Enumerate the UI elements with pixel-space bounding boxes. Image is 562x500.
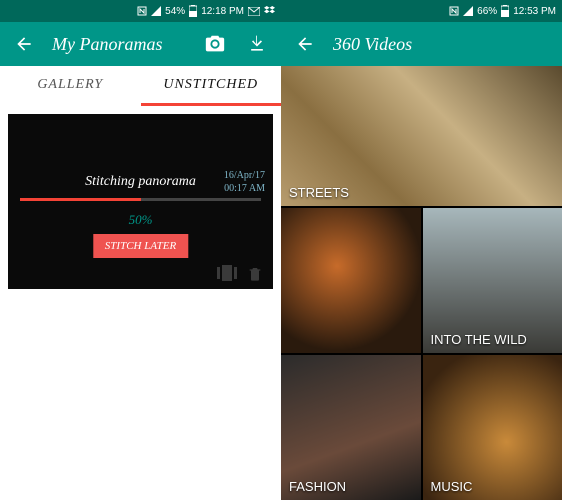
screen-360videos: 66% 12:53 PM 360 Videos STREETS SPORTS I… (281, 0, 562, 500)
battery-percent: 54% (165, 6, 185, 17)
tile-music[interactable]: MUSIC (423, 355, 562, 500)
back-icon[interactable] (291, 30, 319, 58)
card-icons (217, 265, 267, 285)
percent-label: 50% (8, 212, 273, 228)
overlay (8, 114, 273, 289)
dropbox-icon (264, 6, 275, 16)
status-bar: 66% 12:53 PM (281, 0, 562, 22)
tab-label: UNSTITCHED (163, 77, 258, 93)
nfc-icon (449, 6, 459, 16)
clock: 12:53 PM (513, 6, 556, 17)
clock: 12:18 PM (201, 6, 244, 17)
camera-icon[interactable] (201, 30, 229, 58)
battery-icon (501, 5, 509, 17)
progress-fill (20, 198, 141, 201)
tab-gallery[interactable]: GALLERY (0, 66, 141, 106)
tab-bar: GALLERY UNSTITCHED (0, 66, 281, 106)
nfc-icon (137, 6, 147, 16)
card-icon[interactable] (217, 265, 237, 285)
tab-unstitched[interactable]: UNSTITCHED (141, 66, 282, 106)
signal-icon (463, 6, 473, 16)
grid-row: SPORTS INTO THE WILD (281, 208, 562, 353)
progress-bar (20, 198, 261, 201)
tile-streets[interactable]: STREETS (281, 66, 562, 206)
page-title: My Panoramas (52, 34, 187, 55)
content-area: 16/Apr/17 00:17 AM Stitching panorama 50… (0, 106, 281, 500)
video-grid: STREETS SPORTS INTO THE WILD FASHION MUS… (281, 66, 562, 500)
page-title: 360 Videos (333, 34, 552, 55)
tile-label: STREETS (289, 185, 349, 200)
tile-into-the-wild[interactable]: INTO THE WILD (423, 208, 562, 353)
tile-fashion[interactable]: FASHION (281, 355, 421, 500)
panorama-card[interactable]: 16/Apr/17 00:17 AM Stitching panorama 50… (8, 114, 273, 289)
tile-label: INTO THE WILD (431, 332, 527, 347)
battery-percent: 66% (477, 6, 497, 17)
envelope-icon (248, 7, 260, 16)
tab-label: GALLERY (37, 77, 103, 93)
trash-icon[interactable] (247, 265, 267, 285)
download-icon[interactable] (243, 30, 271, 58)
stitching-label: Stitching panorama (8, 174, 273, 190)
action-bar: My Panoramas (0, 22, 281, 66)
battery-icon (189, 5, 197, 17)
tile-label: MUSIC (431, 479, 473, 494)
signal-icon (151, 6, 161, 16)
screen-panoramas: 54% 12:18 PM My Panoramas GALLERY UNSTIT… (0, 0, 281, 500)
action-bar: 360 Videos (281, 22, 562, 66)
back-icon[interactable] (10, 30, 38, 58)
tile-sports[interactable]: SPORTS (281, 208, 421, 353)
grid-row: FASHION MUSIC (281, 355, 562, 500)
tile-label: FASHION (289, 479, 346, 494)
status-bar: 54% 12:18 PM (0, 0, 281, 22)
stitch-later-button[interactable]: STITCH LATER (93, 234, 188, 258)
